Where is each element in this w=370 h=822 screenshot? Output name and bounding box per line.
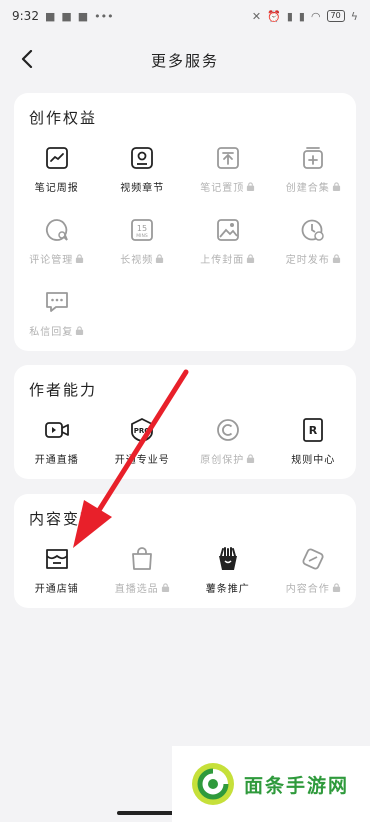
service-label: 直播选品 (114, 584, 159, 595)
service-long-video[interactable]: 15 MINS 长视频 (100, 215, 186, 287)
back-button[interactable] (14, 46, 40, 72)
service-scheduled-publish[interactable]: 定时发布 (271, 215, 357, 287)
status-left: 9:32 ■ ■ ■ ••• (12, 9, 114, 23)
service-grid: 笔记周报 视频章节 笔记置顶 创建合集 评论管理 15 MINS 长视频 上传封面 (14, 143, 356, 359)
service-label: 原创保护 (200, 455, 245, 466)
service-label: 视频章节 (120, 183, 165, 194)
service-label: 私信回复 (29, 327, 74, 338)
section-title: 内容变现 (29, 510, 98, 528)
section-title: 作者能力 (29, 381, 98, 399)
watermark-text: 面条手游网 (244, 774, 350, 797)
lock-icon (332, 254, 340, 263)
service-grid: 开通店铺 直播选品 薯条推广 内容合作 (14, 544, 356, 616)
service-label: 规则中心 (291, 455, 336, 466)
scheduled-publish-icon (301, 219, 324, 241)
service-label: 开通专业号 (114, 455, 170, 466)
status-right: ✕ ⏰ ▮ ▮ ◠ 70 ϟ (252, 10, 358, 23)
back-arrow-icon (21, 50, 33, 68)
mute-icon: ✕ (251, 9, 262, 23)
service-label: 薯条推广 (205, 584, 250, 595)
fries-promote-icon (218, 547, 237, 570)
comment-manage-icon (45, 219, 68, 241)
rules-book-icon: R (303, 418, 324, 442)
service-rules-center[interactable]: R 规则中心 (271, 415, 357, 487)
lock-icon (156, 254, 164, 263)
long-video-15min-icon: 15MINS (131, 219, 154, 241)
section-author-abilities: 作者能力 开通直播 PRO 开通专业号 原创保护 R 规则中心 (14, 365, 356, 479)
section-title: 创作权益 (29, 109, 98, 127)
service-label: 笔记置顶 (200, 183, 245, 194)
service-weekly-report[interactable]: 笔记周报 (14, 143, 100, 215)
service-grid: 开通直播 PRO 开通专业号 原创保护 R 规则中心 (14, 415, 356, 487)
service-label: 开通直播 (34, 455, 79, 466)
service-open-shop[interactable]: 开通店铺 (14, 544, 100, 616)
status-time: 9:32 (12, 9, 39, 23)
signal-icon: ▮ (286, 9, 293, 23)
shopping-bag-icon (132, 547, 153, 570)
service-label: 上传封面 (200, 255, 245, 266)
service-label: 定时发布 (285, 255, 330, 266)
live-camera-icon (44, 422, 69, 438)
collection-add-icon (303, 147, 324, 169)
service-comment-manage[interactable]: 评论管理 (14, 215, 100, 287)
service-label: 内容合作 (285, 584, 330, 595)
wifi-icon: ◠ (310, 9, 321, 23)
alarm-icon: ⏰ (267, 9, 281, 23)
lock-icon (332, 182, 340, 191)
signal-icon: ▮ (298, 9, 305, 23)
service-fries-promote[interactable]: 薯条推广 (185, 544, 271, 616)
cooperation-icon (302, 548, 324, 570)
lock-icon (247, 454, 255, 463)
lock-icon (332, 583, 340, 592)
svg-text:PRO: PRO (134, 427, 151, 435)
service-label: 开通店铺 (34, 584, 79, 595)
watermark-logo-icon (192, 763, 234, 805)
section-creation-rights: 创作权益 笔记周报 视频章节 笔记置顶 创建合集 评论管理 15 MINS 长视频 (14, 93, 356, 351)
service-pin-top[interactable]: 笔记置顶 (185, 143, 271, 215)
service-upload-cover[interactable]: 上传封面 (185, 215, 271, 287)
svg-text:15: 15 (137, 224, 147, 233)
service-direct-message[interactable]: 私信回复 (14, 287, 100, 359)
section-content-monetization: 内容变现 开通店铺 直播选品 薯条推广 内容合作 (14, 494, 356, 608)
video-chapter-icon (131, 147, 154, 169)
service-copyright-protect[interactable]: 原创保护 (185, 415, 271, 487)
watermark: 面条手游网 (172, 746, 370, 822)
lock-icon (76, 254, 84, 263)
upload-cover-icon (216, 219, 239, 241)
service-label: 评论管理 (29, 255, 74, 266)
service-live-selection[interactable]: 直播选品 (100, 544, 186, 616)
page-title: 更多服务 (150, 51, 219, 70)
service-video-chapter[interactable]: 视频章节 (100, 143, 186, 215)
service-label: 笔记周报 (34, 183, 79, 194)
copyright-icon (216, 419, 239, 441)
lock-icon (247, 254, 255, 263)
battery-icon: 70 (326, 10, 345, 22)
page-header: 更多服务 (0, 40, 370, 80)
service-content-cooperation[interactable]: 内容合作 (271, 544, 357, 616)
lock-icon (247, 182, 255, 191)
svg-text:MINS: MINS (137, 233, 149, 239)
status-bar: 9:32 ■ ■ ■ ••• ✕ ⏰ ▮ ▮ ◠ 70 ϟ (0, 0, 370, 32)
charging-icon: ϟ (350, 9, 358, 23)
service-pro-account[interactable]: PRO 开通专业号 (100, 415, 186, 487)
lock-icon (76, 326, 84, 335)
more-notifications-icon: ••• (94, 9, 114, 23)
service-label: 长视频 (120, 255, 154, 266)
pro-account-icon: PRO (131, 417, 154, 442)
shop-icon (45, 549, 68, 569)
service-label: 创建合集 (285, 183, 330, 194)
notification-icon: ■ (61, 9, 72, 23)
weekly-report-icon (45, 147, 68, 169)
lock-icon (161, 583, 169, 592)
notification-icon: ■ (77, 9, 89, 23)
service-create-collection[interactable]: 创建合集 (271, 143, 357, 215)
direct-message-icon (45, 292, 68, 312)
svg-text:R: R (309, 424, 318, 437)
notification-icon: ■ (44, 9, 56, 23)
service-open-live[interactable]: 开通直播 (14, 415, 100, 487)
pin-top-icon (216, 147, 239, 169)
